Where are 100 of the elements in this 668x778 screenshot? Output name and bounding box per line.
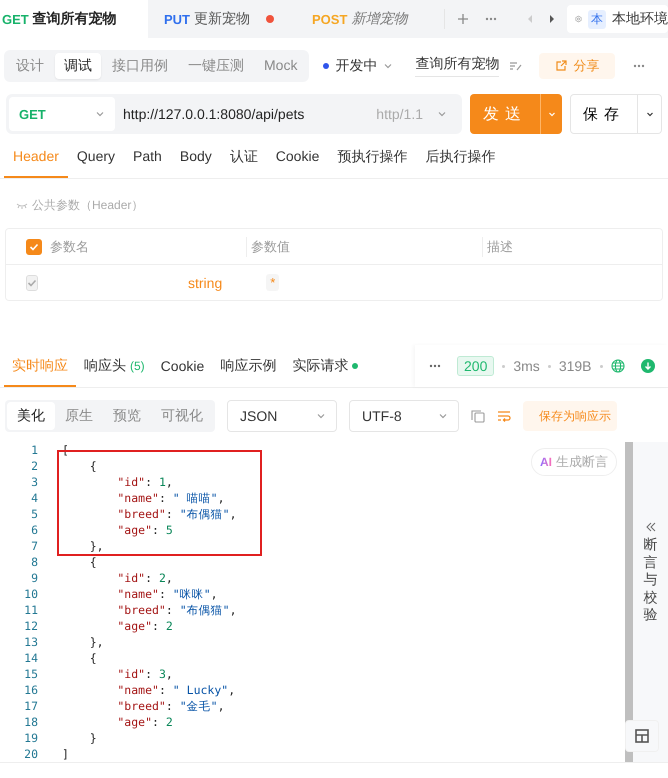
- layout-icon: [635, 729, 649, 743]
- code-line: "age": 2: [116, 715, 173, 729]
- eye-closed-icon[interactable]: [16, 202, 28, 210]
- param-type: string: [188, 274, 222, 290]
- copy-icon[interactable]: [471, 409, 485, 423]
- param-tab[interactable]: 后执行操作: [416, 140, 504, 178]
- code-line: ]: [62, 747, 69, 761]
- code-line: "breed": "金毛",: [116, 698, 225, 714]
- more-icon[interactable]: [485, 17, 497, 21]
- line-number: 15: [23, 667, 38, 681]
- request-tab[interactable]: PUT 更新宠物: [148, 0, 296, 38]
- required-badge: *: [266, 274, 280, 291]
- line-number: 8: [30, 555, 38, 569]
- share-icon: [555, 60, 568, 72]
- mode-tab[interactable]: 调试: [55, 53, 101, 79]
- line-number: 10: [23, 587, 38, 601]
- globe-icon[interactable]: [610, 359, 625, 373]
- param-tab[interactable]: Query: [68, 140, 124, 178]
- line-number: 4: [30, 491, 38, 505]
- caret-icon: [95, 109, 105, 119]
- line-number: 20: [23, 747, 38, 761]
- save-button[interactable]: 保存: [570, 94, 638, 134]
- status-label[interactable]: 开发中: [335, 57, 378, 75]
- code-line: "id": 3,: [116, 667, 173, 681]
- right-arrow-icon[interactable]: [549, 14, 555, 24]
- code-line: "name": "咪咪",: [116, 586, 218, 602]
- code-line: },: [88, 539, 104, 553]
- select-all-checkbox[interactable]: [26, 238, 42, 254]
- param-tab[interactable]: Cookie: [266, 140, 328, 178]
- line-number: 1: [30, 443, 38, 457]
- param-tab[interactable]: Body: [170, 140, 221, 178]
- send-menu-button[interactable]: [540, 94, 562, 134]
- caret-icon: [383, 61, 394, 71]
- more-icon[interactable]: [633, 64, 646, 68]
- column-header: 参数值: [251, 238, 290, 256]
- line-number: 18: [23, 715, 38, 729]
- line-number: 11: [23, 603, 38, 617]
- code-line: "id": 1,: [116, 475, 173, 489]
- code-line: {: [88, 459, 97, 473]
- collapse-icon[interactable]: [646, 522, 656, 532]
- code-line: "breed": "布偶猫",: [116, 506, 237, 522]
- settings-icon: [575, 13, 582, 25]
- request-tab[interactable]: GET 查询所有宠物: [0, 0, 148, 38]
- response-size: 319B: [558, 358, 592, 374]
- code-line: }: [88, 731, 97, 745]
- environment-selector[interactable]: 本 本地环境: [567, 5, 668, 33]
- status-dot: [323, 63, 330, 69]
- line-number: 14: [23, 651, 38, 665]
- caret-icon: [316, 411, 326, 421]
- format-select[interactable]: JSON: [227, 400, 337, 432]
- code-line: "name": " Lucky",: [116, 683, 236, 697]
- layout-button[interactable]: [625, 720, 659, 752]
- left-arrow-icon[interactable]: [527, 14, 533, 24]
- code-line: "age": 2: [116, 619, 173, 633]
- encoding-select[interactable]: UTF-8: [349, 400, 459, 432]
- line-number: 5: [30, 507, 38, 521]
- side-panel-title[interactable]: 断言与校验: [644, 536, 658, 624]
- column-header: 描述: [487, 238, 513, 256]
- line-number: 17: [23, 699, 38, 713]
- param-tab[interactable]: 预执行操作: [328, 140, 416, 178]
- view-mode-tab[interactable]: 美化: [7, 402, 55, 430]
- code-line: {: [88, 555, 97, 569]
- environment-name: 本地环境: [612, 10, 668, 28]
- caret-icon: [437, 109, 447, 119]
- response-tab[interactable]: 响应头 (5): [76, 345, 153, 387]
- code-line: "age": 5: [116, 523, 173, 537]
- code-line: "breed": "布偶猫",: [116, 602, 237, 618]
- line-number: 16: [23, 683, 38, 697]
- code-line: "id": 2,: [116, 571, 173, 585]
- param-tab[interactable]: Path: [124, 140, 171, 178]
- line-number: 3: [30, 475, 38, 489]
- code-line: {: [88, 651, 97, 665]
- code-line: "name": " 喵喵",: [116, 490, 225, 506]
- scrollbar[interactable]: [625, 442, 633, 762]
- caret-icon: [438, 411, 448, 421]
- request-tab[interactable]: POST 新增宠物: [296, 0, 444, 38]
- line-number: 19: [23, 731, 38, 745]
- download-icon[interactable]: [640, 359, 655, 373]
- response-tab[interactable]: 实际请求: [284, 345, 366, 387]
- response-tab[interactable]: Cookie: [152, 345, 212, 387]
- wrap-icon[interactable]: [497, 410, 511, 422]
- plus-icon[interactable]: [457, 13, 469, 25]
- param-tab[interactable]: 认证: [220, 140, 267, 178]
- line-number: 6: [30, 523, 38, 537]
- column-header: 参数名: [50, 238, 89, 256]
- url-field[interactable]: http://127.0.0.1:8080/api/pets: [123, 106, 368, 122]
- response-time: 3ms: [513, 358, 540, 374]
- line-number: 13: [23, 635, 38, 649]
- common-params-label: 公共参数（Header）: [32, 197, 144, 214]
- check-icon: [27, 278, 37, 288]
- line-number: 7: [30, 539, 38, 553]
- line-number: 9: [30, 571, 38, 585]
- more-icon[interactable]: [429, 364, 441, 368]
- response-tab[interactable]: 响应示例: [212, 345, 284, 387]
- edit-icon[interactable]: [509, 61, 524, 71]
- api-name-field[interactable]: 查询所有宠物: [415, 55, 500, 77]
- status-code-badge: 200: [457, 356, 494, 376]
- code-line: },: [88, 635, 104, 649]
- check-icon: [29, 242, 39, 252]
- line-number: 12: [23, 619, 38, 633]
